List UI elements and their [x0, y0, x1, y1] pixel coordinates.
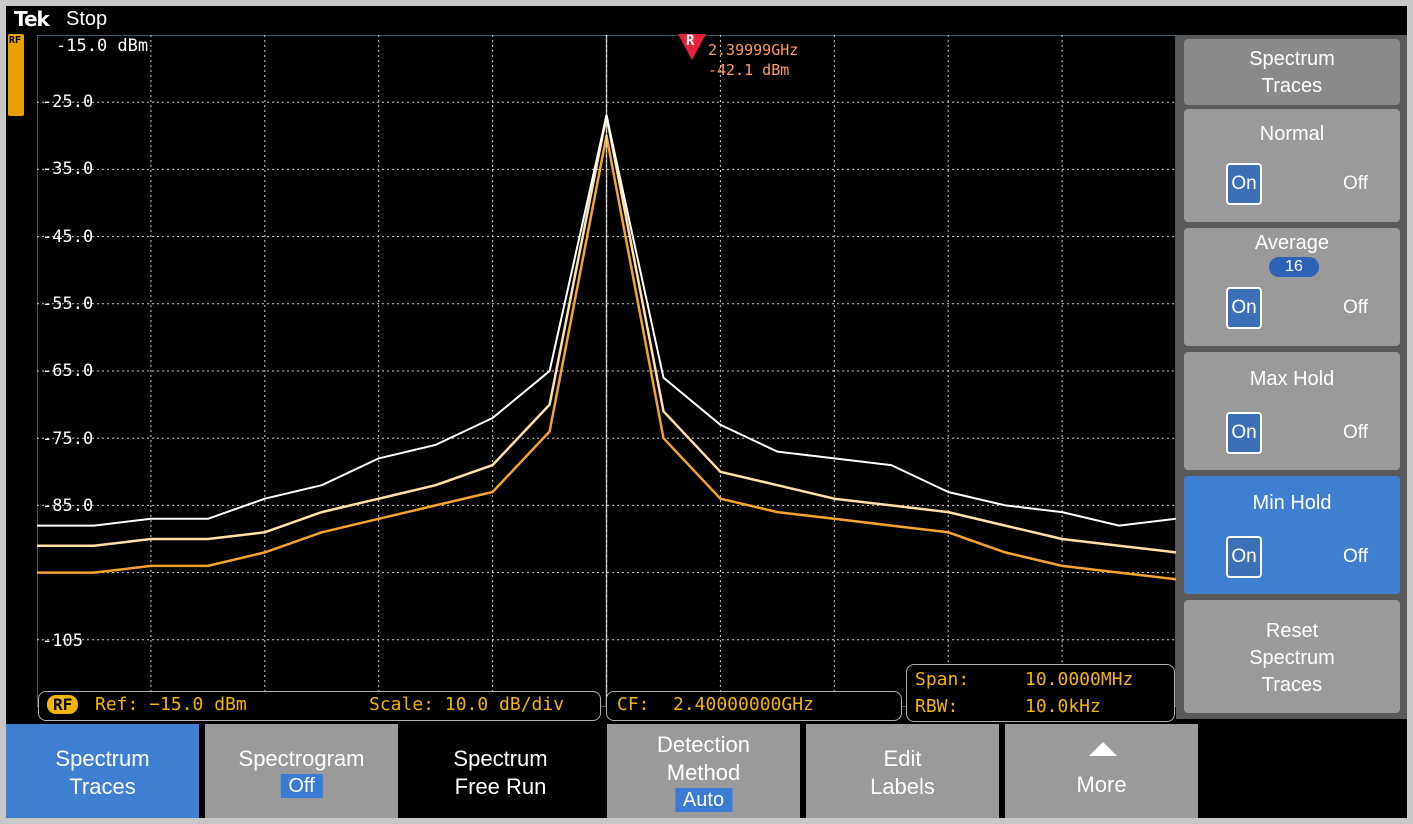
marker-readout: 2.39999GHz -42.1 dBm [708, 40, 798, 80]
rf-badge: RF [47, 695, 79, 714]
marker-level: -42.1 dBm [708, 61, 790, 79]
y-label: -65.0 [42, 361, 94, 381]
softkey-label: Traces [69, 774, 136, 799]
detection-method-softkey[interactable]: Detection Method Auto [607, 724, 800, 818]
average-label: Average [1254, 232, 1330, 254]
acquisition-status[interactable]: Stop [66, 8, 107, 31]
brand-logo: Tek [14, 7, 50, 31]
ref-scale-readout[interactable]: RF Ref: −15.0 dBm Scale: 10.0 dB/div [38, 691, 601, 721]
normal-label: Normal [1259, 123, 1325, 145]
min-hold-toggle[interactable]: Min Hold On Off [1184, 476, 1400, 594]
y-label: -45.0 [42, 227, 94, 247]
span-label: Span: [915, 669, 970, 690]
cf-label: CF: [617, 694, 650, 715]
center-frequency-readout[interactable]: CF: 2.40000000GHz [606, 691, 902, 721]
average-off-option[interactable]: Off [1343, 297, 1368, 319]
edit-labels-softkey[interactable]: Edit Labels [806, 724, 999, 818]
spectrum-traces-softkey[interactable]: Spectrum Traces [6, 724, 199, 818]
span-rbw-readout[interactable]: Span: 10.0000MHz RBW: 10.0kHz [906, 664, 1175, 722]
max-hold-label: Max Hold [1249, 368, 1335, 390]
top-status-bar: Tek Stop [6, 6, 1407, 32]
softkey-label: Detection [657, 732, 750, 757]
marker-frequency: 2.39999GHz [708, 41, 799, 59]
normal-trace-toggle[interactable]: Normal On Off [1184, 109, 1400, 222]
bottom-softkey-bar: Spectrum Traces Spectrogram Off Spectrum… [6, 724, 1407, 818]
average-on-option[interactable]: On [1226, 287, 1262, 329]
marker-letter: R [686, 33, 695, 49]
rbw-value: 10.0kHz [1025, 696, 1101, 717]
average-trace-toggle[interactable]: Average 16 On Off [1184, 228, 1400, 346]
y-label: -35.0 [42, 159, 94, 179]
detection-method-value: Auto [674, 788, 733, 812]
spectrogram-value: Off [280, 774, 323, 798]
softkey-label: Edit [883, 746, 922, 771]
menu-title: Spectrum Traces [1184, 39, 1400, 105]
cf-value: 2.40000000GHz [673, 694, 814, 715]
reference-level: Ref: −15.0 dBm [95, 694, 247, 715]
y-label: -75.0 [42, 429, 94, 449]
softkey-label: Labels [870, 774, 935, 799]
reset-line3: Traces [1261, 674, 1323, 696]
softkey-label: Spectrogram [238, 746, 365, 771]
normal-on-option[interactable]: On [1226, 163, 1262, 205]
spectrum-plot[interactable] [37, 35, 1176, 707]
rf-channel-tag[interactable]: RF [8, 34, 24, 116]
y-label: -55.0 [42, 294, 94, 314]
rbw-label: RBW: [915, 696, 959, 717]
softkey-label: Method [666, 760, 741, 785]
average-count[interactable]: 16 [1269, 257, 1319, 277]
spectrogram-softkey[interactable]: Spectrogram Off [205, 724, 398, 818]
softkey-label: Spectrum [453, 746, 548, 771]
spectrum-traces-menu: Spectrum Traces Normal On Off Average 16… [1176, 35, 1407, 719]
y-label: -105 [42, 631, 83, 651]
min-hold-off-option[interactable]: Off [1343, 546, 1368, 568]
softkey-label: More [1076, 772, 1127, 797]
softkey-label: Free Run [454, 774, 547, 799]
more-softkey[interactable]: More [1005, 724, 1198, 818]
y-label: -85.0 [42, 496, 94, 516]
reset-line1: Reset [1265, 620, 1319, 642]
vertical-scale: Scale: 10.0 dB/div [369, 694, 565, 715]
y-label: -15.0 dBm [56, 36, 149, 56]
y-label: -25.0 [42, 92, 94, 112]
spectrum-free-run-softkey[interactable]: Spectrum Free Run [404, 724, 597, 818]
normal-off-option[interactable]: Off [1343, 173, 1368, 195]
max-hold-toggle[interactable]: Max Hold On Off [1184, 352, 1400, 470]
menu-title-line1: Spectrum [1249, 48, 1335, 70]
max-hold-off-option[interactable]: Off [1343, 422, 1368, 444]
reset-spectrum-traces-button[interactable]: Reset Spectrum Traces [1184, 600, 1400, 713]
rf-tag-text: RF [9, 35, 22, 46]
reset-line2: Spectrum [1249, 647, 1335, 669]
max-hold-on-option[interactable]: On [1226, 412, 1262, 454]
menu-title-line2: Traces [1261, 75, 1323, 97]
up-arrow-icon [1089, 742, 1117, 756]
min-hold-on-option[interactable]: On [1226, 536, 1262, 578]
span-value: 10.0000MHz [1025, 669, 1134, 690]
min-hold-label: Min Hold [1252, 492, 1332, 514]
softkey-label: Spectrum [55, 746, 150, 771]
